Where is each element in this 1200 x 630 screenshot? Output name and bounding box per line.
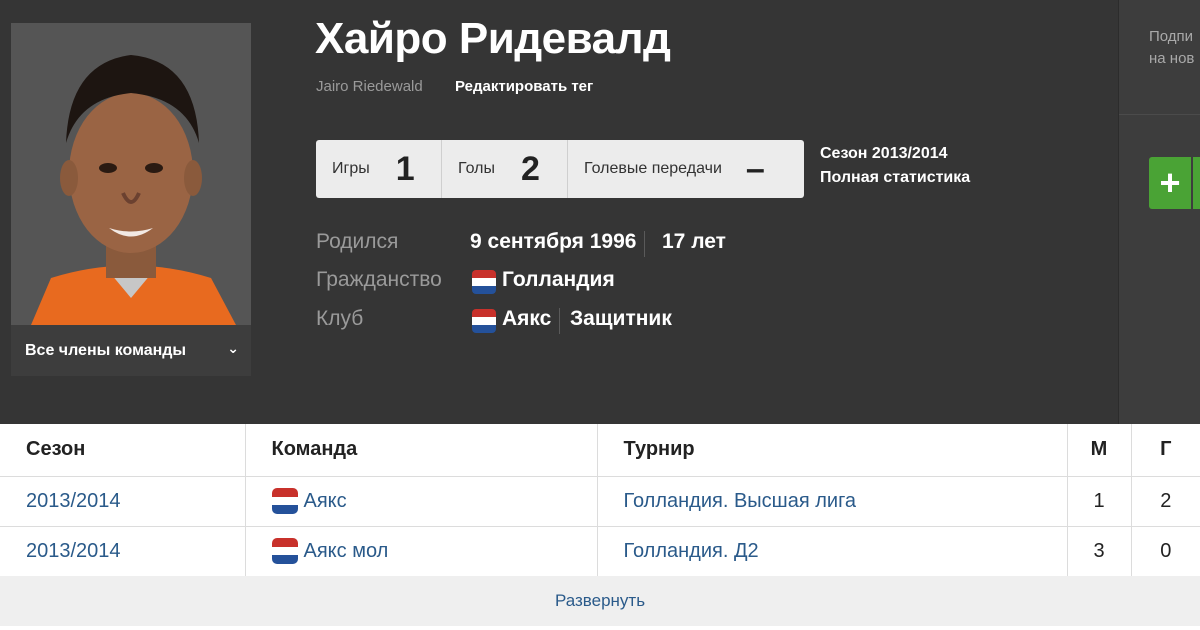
column-header-season[interactable]: Сезон xyxy=(0,424,246,477)
cell-team[interactable]: Аякс xyxy=(245,476,598,527)
chevron-down-icon: ⌄ xyxy=(227,340,239,356)
position-value: Защитник xyxy=(570,307,672,330)
stat-assists-label: Голевые передачи xyxy=(584,160,722,177)
cell-tournament[interactable]: Голландия. Высшая лига xyxy=(597,476,1068,527)
subscribe-line-2: на нов xyxy=(1149,50,1195,67)
stat-goals-value: 2 xyxy=(520,149,540,188)
cell-matches: 1 xyxy=(1067,476,1132,527)
team-name: Аякс xyxy=(303,489,347,512)
expand-label: Развернуть xyxy=(554,591,646,610)
cell-goals: 2 xyxy=(1131,476,1200,527)
cell-tournament[interactable]: Голландия. Д2 xyxy=(597,526,1068,577)
citizenship-value[interactable]: Голландия xyxy=(502,268,615,292)
subscribe-text[interactable]: Подпи на нов xyxy=(1149,26,1194,70)
team-members-dropdown[interactable]: Все члены команды ⌄ xyxy=(11,325,251,376)
table-header-row: Сезон Команда Турнир М Г xyxy=(0,424,1200,477)
team-name: Аякс мол xyxy=(303,539,389,562)
column-header-matches[interactable]: М xyxy=(1067,424,1132,477)
cell-team[interactable]: Аякс мол xyxy=(245,526,598,577)
stat-games-label: Игры xyxy=(332,160,370,177)
add-button-edge[interactable] xyxy=(1193,157,1200,209)
netherlands-flag-icon xyxy=(472,309,496,333)
cell-matches: 3 xyxy=(1067,526,1132,577)
right-side-panel: Подпи на нов + xyxy=(1118,0,1200,424)
player-name: Хайро Ридевалд xyxy=(315,14,671,63)
player-portrait-image xyxy=(11,23,251,325)
born-value: 9 сентября 1996 xyxy=(470,230,637,253)
age-value: 17 лет xyxy=(662,230,726,253)
stat-assists-value: – xyxy=(745,149,765,188)
table-row: 2013/2014 Аякс Голландия. Высшая лига 1 … xyxy=(0,476,1200,527)
table-row: 2013/2014 Аякс мол Голландия. Д2 3 0 xyxy=(0,526,1200,577)
born-label: Родился xyxy=(316,230,399,253)
career-table: Сезон Команда Турнир М Г 2013/2014 Аякс xyxy=(0,424,1200,577)
netherlands-flag-icon xyxy=(472,270,496,294)
club-value[interactable]: Аякс xyxy=(502,307,551,331)
citizenship-label: Гражданство xyxy=(316,268,442,291)
add-button[interactable]: + xyxy=(1149,157,1191,209)
player-photo-card: Все члены команды ⌄ xyxy=(11,23,251,376)
netherlands-flag-icon xyxy=(271,488,298,514)
player-latin-name: Jairo Riedewald xyxy=(316,78,423,95)
stat-games: Игры 1 xyxy=(316,140,442,198)
divider xyxy=(1119,114,1200,115)
stat-goals: Голы 2 xyxy=(442,140,568,198)
season-block: Сезон 2013/2014 Полная статистика xyxy=(820,142,970,190)
column-header-team[interactable]: Команда xyxy=(245,424,598,477)
column-header-goals[interactable]: Г xyxy=(1131,424,1200,477)
cell-season[interactable]: 2013/2014 xyxy=(0,526,246,577)
expand-button[interactable]: Развернуть xyxy=(0,576,1200,626)
netherlands-flag-icon xyxy=(271,538,298,564)
cell-goals: 0 xyxy=(1131,526,1200,577)
stat-assists: Голевые передачи – xyxy=(568,140,804,198)
edit-tag-link[interactable]: Редактировать тег xyxy=(455,78,593,95)
stat-goals-label: Голы xyxy=(458,160,495,177)
cell-season[interactable]: 2013/2014 xyxy=(0,476,246,527)
full-stats-link[interactable]: Полная статистика xyxy=(820,166,970,190)
column-header-tournament[interactable]: Турнир xyxy=(597,424,1068,477)
player-header: Все члены команды ⌄ Хайро Ридевалд Jairo… xyxy=(0,0,1118,424)
season-label[interactable]: Сезон 2013/2014 xyxy=(820,142,970,166)
team-members-label: Все члены команды xyxy=(25,341,187,359)
player-photo xyxy=(11,23,251,325)
stats-bar: Игры 1 Голы 2 Голевые передачи – xyxy=(316,140,804,198)
subscribe-line-1: Подпи xyxy=(1149,28,1194,45)
divider xyxy=(644,231,645,257)
plus-icon: + xyxy=(1159,162,1181,203)
club-label: Клуб xyxy=(316,307,364,330)
divider xyxy=(559,308,560,334)
stat-games-value: 1 xyxy=(395,149,415,188)
